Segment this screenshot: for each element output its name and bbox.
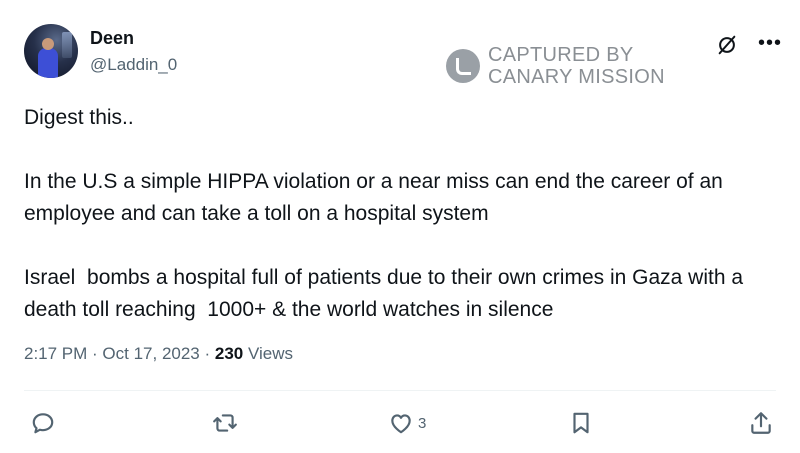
reply-button[interactable] [30,410,56,436]
meta-separator: · [199,344,215,363]
watermark-text: CAPTURED BY CANARY MISSION [488,44,665,88]
watermark-line1: CAPTURED BY [488,44,634,66]
like-icon [391,414,411,434]
more-icon[interactable]: ••• [758,32,782,55]
retweet-button[interactable] [212,410,238,436]
avatar-background-light [62,32,72,58]
views-count: 230 [214,344,244,363]
canary-logo-icon [446,49,480,83]
views-label: Views [243,344,294,363]
share-button[interactable] [748,410,774,436]
share-icon [751,412,771,434]
avatar[interactable] [24,24,78,78]
tweet-text: Digest this.. In the U.S a simple HIPPA … [24,106,744,321]
retweet-icon [213,414,237,432]
bookmark-icon [573,412,589,434]
watermark-line2: CANARY MISSION [488,66,665,88]
reply-icon [32,413,54,434]
canary-mission-watermark: CAPTURED BY CANARY MISSION [446,44,665,88]
like-button[interactable]: 3 [388,410,426,436]
display-name[interactable]: Deen [90,28,134,49]
avatar-figure [38,48,58,78]
user-handle[interactable]: @Laddin_0 [90,55,177,75]
likes-count: 3 [418,414,427,432]
tweet-meta: 2:17 PM · Oct 17, 2023 · 230 Views [24,344,293,364]
divider [24,390,776,391]
tweet-time[interactable]: 2:17 PM [24,344,87,363]
meta-separator: · [87,344,103,363]
avatar-head [42,38,54,50]
bookmark-button[interactable] [568,410,594,436]
grok-icon[interactable] [716,34,738,56]
tweet-date[interactable]: Oct 17, 2023 [102,344,199,363]
